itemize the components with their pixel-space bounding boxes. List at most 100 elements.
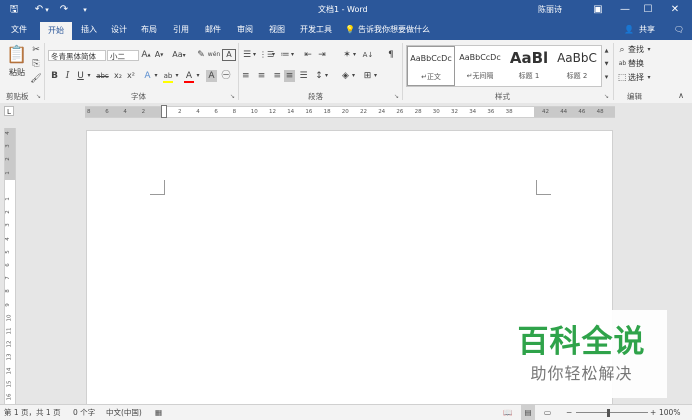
page-count[interactable]: 第 1 页，共 1 页 bbox=[4, 405, 61, 420]
find-button[interactable]: 查找 bbox=[628, 44, 644, 56]
tab-insert[interactable]: 插入 bbox=[76, 20, 102, 40]
comments-icon[interactable]: 🗨 bbox=[672, 20, 686, 40]
clear-formatting-icon[interactable]: ✎ bbox=[196, 49, 206, 61]
collapse-ribbon-icon[interactable]: ∧ bbox=[676, 90, 686, 102]
close-icon[interactable]: ✕ bbox=[660, 0, 690, 20]
subscript-icon[interactable]: x₂ bbox=[112, 70, 124, 82]
change-case-icon[interactable]: Aa▾ bbox=[170, 49, 188, 62]
redo-icon[interactable]: ↷ bbox=[56, 2, 72, 18]
tab-mailings[interactable]: 邮件 bbox=[200, 20, 226, 40]
text-effects-dropdown-icon[interactable]: ▾ bbox=[153, 70, 159, 82]
share-button[interactable]: 共享 bbox=[639, 20, 655, 40]
replace-icon[interactable]: ab bbox=[617, 58, 628, 70]
borders-dropdown-icon[interactable]: ▾ bbox=[373, 70, 378, 82]
line-spacing-icon[interactable]: ↕ bbox=[314, 70, 324, 82]
text-effects-icon[interactable]: A bbox=[142, 70, 153, 82]
cut-icon[interactable]: ✂ bbox=[30, 44, 42, 56]
language-indicator[interactable]: 中文(中国) bbox=[106, 405, 142, 420]
find-dropdown-icon[interactable]: ▾ bbox=[646, 44, 652, 56]
tab-review[interactable]: 审阅 bbox=[232, 20, 258, 40]
multilevel-dropdown-icon[interactable]: ▾ bbox=[290, 49, 295, 61]
format-painter-icon[interactable]: 🖌 bbox=[30, 73, 42, 85]
select-button[interactable]: 选择 bbox=[628, 72, 644, 84]
numbering-dropdown-icon[interactable]: ▾ bbox=[271, 49, 276, 61]
tab-design[interactable]: 设计 bbox=[106, 20, 132, 40]
copy-icon[interactable]: ⎘ bbox=[30, 58, 42, 70]
ribbon-display-options-icon[interactable]: ▣ bbox=[583, 0, 613, 20]
align-center-icon[interactable]: ≡ bbox=[256, 70, 267, 82]
zoom-level[interactable]: 100% bbox=[659, 405, 680, 420]
character-shading-icon[interactable]: A bbox=[206, 70, 217, 82]
shading-icon[interactable]: ◈ bbox=[340, 70, 351, 82]
web-layout-icon[interactable]: ▭ bbox=[544, 405, 551, 420]
tab-view[interactable]: 视图 bbox=[264, 20, 290, 40]
line-spacing-dropdown-icon[interactable]: ▾ bbox=[324, 70, 329, 82]
tab-developer[interactable]: 开发工具 bbox=[296, 20, 336, 40]
shading-dropdown-icon[interactable]: ▾ bbox=[351, 70, 356, 82]
character-border-icon[interactable]: A bbox=[222, 49, 236, 61]
customize-qat-icon[interactable]: ▾ bbox=[77, 2, 93, 18]
undo-dropdown-icon[interactable]: ▾ bbox=[43, 2, 51, 18]
font-size-combo[interactable]: 小二 bbox=[107, 50, 139, 61]
word-count[interactable]: 0 个字 bbox=[73, 405, 95, 420]
styles-launcher-icon[interactable]: ↘ bbox=[604, 93, 611, 100]
numbering-icon[interactable]: ⋮☰ bbox=[259, 49, 274, 61]
style-normal[interactable]: AaBbCcDc ↵正文 bbox=[407, 46, 455, 86]
indent-marker[interactable] bbox=[161, 105, 167, 118]
paragraph-launcher-icon[interactable]: ↘ bbox=[394, 93, 401, 100]
vertical-ruler[interactable]: 4 3 2 1 1 2 3 4 5 6 7 8 9 10 11 12 13 14 15 16 bbox=[4, 128, 16, 408]
italic-icon[interactable]: I bbox=[63, 70, 72, 82]
print-layout-icon[interactable]: ▤ bbox=[521, 405, 535, 420]
distributed-icon[interactable]: ☰ bbox=[298, 70, 309, 82]
font-launcher-icon[interactable]: ↘ bbox=[230, 93, 237, 100]
align-right-icon[interactable]: ≡ bbox=[270, 70, 281, 82]
save-icon[interactable]: 🖫 bbox=[6, 2, 22, 18]
share-person-icon[interactable]: 👤 bbox=[623, 20, 635, 40]
enclose-characters-icon[interactable]: ㊀ bbox=[220, 70, 232, 82]
tab-home[interactable]: 开始 bbox=[40, 22, 72, 40]
style-no-spacing[interactable]: AaBbCcDc ↵无间隔 bbox=[456, 46, 504, 86]
zoom-slider-track[interactable] bbox=[576, 412, 648, 413]
macro-record-icon[interactable]: ▦ bbox=[155, 405, 162, 420]
replace-button[interactable]: 替换 bbox=[628, 58, 644, 70]
bold-icon[interactable]: B bbox=[50, 70, 59, 82]
underline-dropdown-icon[interactable]: ▾ bbox=[86, 70, 92, 82]
tab-file[interactable]: 文件 bbox=[4, 20, 34, 40]
read-mode-icon[interactable]: 📖 bbox=[503, 405, 512, 420]
asian-layout-dropdown-icon[interactable]: ▾ bbox=[352, 49, 357, 61]
font-color-dropdown-icon[interactable]: ▾ bbox=[195, 70, 201, 82]
shrink-font-icon[interactable]: A▼ bbox=[154, 49, 164, 61]
zoom-slider-thumb[interactable] bbox=[607, 409, 610, 417]
maximize-icon[interactable]: ☐ bbox=[633, 0, 663, 20]
zoom-out-button[interactable]: − bbox=[566, 405, 572, 420]
bullets-icon[interactable]: ☰ bbox=[242, 49, 252, 61]
paste-button[interactable]: 粘贴 bbox=[6, 67, 28, 79]
show-marks-icon[interactable]: ¶ bbox=[386, 49, 396, 61]
paste-icon[interactable]: 📋 bbox=[6, 44, 28, 66]
phonetic-guide-icon[interactable]: wén bbox=[207, 49, 221, 61]
tab-layout[interactable]: 布局 bbox=[136, 20, 162, 40]
styles-scroll-down-icon[interactable]: ▼ bbox=[602, 58, 611, 71]
underline-icon[interactable]: U bbox=[76, 70, 85, 82]
find-icon[interactable]: ⌕ bbox=[617, 44, 627, 56]
styles-scroll-up-icon[interactable]: ▲ bbox=[602, 45, 611, 58]
asian-layout-icon[interactable]: ✶ bbox=[342, 49, 352, 61]
horizontal-ruler[interactable]: 8 6 4 2 2 4 6 8 10 12 14 16 18 20 22 24 26 28 30 32 34 36 38 42… bbox=[85, 105, 615, 118]
tell-me-search[interactable]: 告诉我你想要做什么 bbox=[358, 20, 430, 40]
multilevel-list-icon[interactable]: ≔ bbox=[280, 49, 290, 61]
highlight-dropdown-icon[interactable]: ▾ bbox=[174, 70, 180, 82]
clipboard-launcher-icon[interactable]: ↘ bbox=[36, 93, 43, 100]
superscript-icon[interactable]: x² bbox=[125, 70, 137, 82]
tab-references[interactable]: 引用 bbox=[168, 20, 194, 40]
tab-selector-icon[interactable]: L bbox=[4, 106, 14, 116]
select-dropdown-icon[interactable]: ▾ bbox=[646, 72, 652, 84]
font-name-combo[interactable]: 冬青黑体简体 bbox=[48, 50, 106, 61]
zoom-in-button[interactable]: + bbox=[650, 405, 656, 420]
style-heading-1[interactable]: AaBl 标题 1 bbox=[505, 46, 553, 86]
styles-more-icon[interactable]: ▾ bbox=[602, 71, 611, 84]
grow-font-icon[interactable]: A▲ bbox=[141, 49, 151, 61]
borders-icon[interactable]: ⊞ bbox=[362, 70, 373, 82]
strikethrough-icon[interactable]: abc bbox=[95, 70, 110, 82]
justify-icon[interactable]: ≡ bbox=[284, 70, 295, 82]
bullets-dropdown-icon[interactable]: ▾ bbox=[252, 49, 257, 61]
